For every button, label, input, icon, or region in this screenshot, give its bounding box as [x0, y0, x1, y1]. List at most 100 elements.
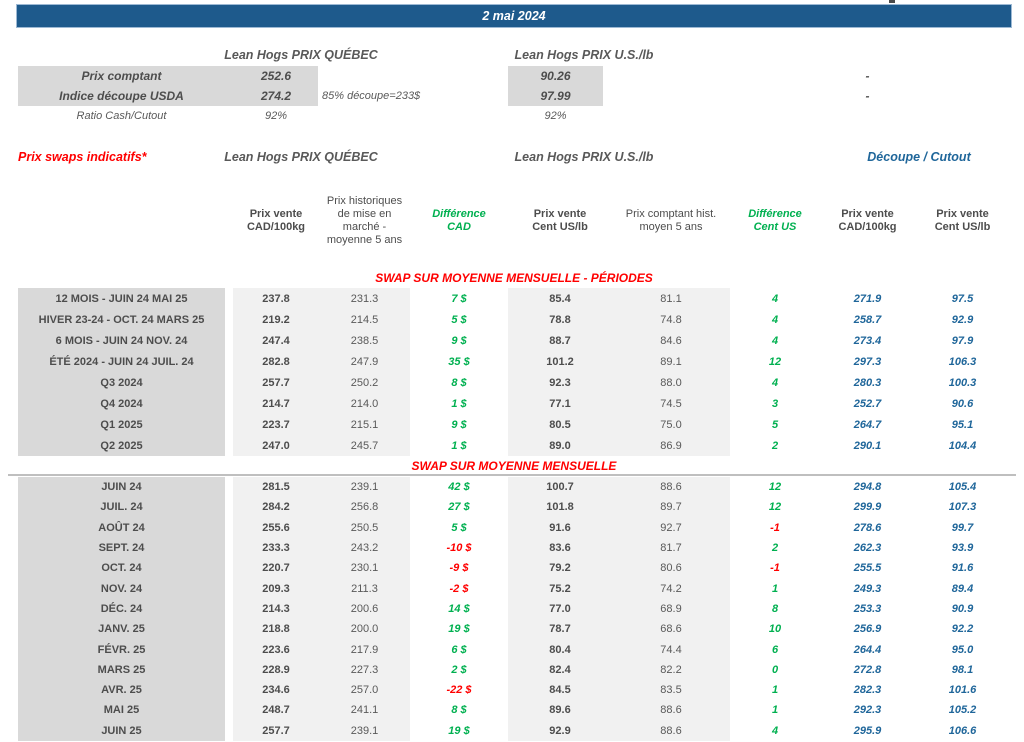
cell-qc-sale: 234.6	[233, 679, 319, 701]
column-header-diff-us: Différence Cent US	[748, 208, 802, 233]
cell-cutout-us: 104.4	[948, 439, 977, 452]
cell-diff-cad: 19 $	[448, 724, 470, 737]
cell-us-hist: 89.1	[612, 351, 730, 372]
cell-cutout-us: 106.3	[948, 355, 977, 368]
cell-diff-cad: 1 $	[451, 397, 467, 410]
cell-gutter	[225, 680, 233, 700]
cell-gutter	[225, 599, 233, 619]
cell-cutout-us: 95.1	[951, 418, 974, 431]
cell-diff-us: 4	[771, 313, 779, 326]
cell-label: 12 MOIS - JUIN 24 MAI 25	[18, 288, 225, 309]
cell-us-hist: 74.4	[612, 639, 730, 660]
spot-us-value: 97.99	[540, 89, 571, 103]
cell-us-sale: 80.4	[508, 639, 612, 660]
cell-us-sale: 92.3	[508, 372, 612, 393]
cell-qc-sale: 255.6	[233, 517, 319, 538]
cell-diff-cad: 8 $	[451, 704, 467, 717]
cell-us-hist: 68.6	[612, 619, 730, 640]
cell-diff-us: 12	[768, 481, 782, 494]
cell-us-hist: 88.6	[612, 720, 730, 741]
cell-diff-us: 0	[771, 663, 779, 676]
cell-diff-us: 3	[771, 397, 779, 410]
cell-qc-hist: 250.2	[319, 372, 410, 393]
cell-diff-cad: 35 $	[448, 355, 470, 368]
cell-diff-us: 1	[771, 704, 779, 717]
cell-us-sale: 84.5	[508, 679, 612, 701]
cell-gutter	[225, 538, 233, 558]
cell-diff-cad: 1 $	[451, 439, 467, 452]
cell-cutout-us: 91.6	[951, 562, 974, 575]
spot-us-value: 92%	[544, 110, 567, 122]
column-header-diff-cad: Différence CAD	[432, 208, 486, 233]
spot-label: Prix comptant	[81, 69, 162, 83]
cell-gutter	[225, 619, 233, 639]
cell-us-sale: 89.6	[508, 700, 612, 721]
cell-qc-sale: 257.7	[233, 720, 319, 741]
cell-label: FÉVR. 25	[18, 639, 225, 660]
cell-us-sale: 78.8	[508, 309, 612, 330]
cell-qc-hist: 231.3	[319, 288, 410, 309]
cell-us-hist: 81.7	[612, 537, 730, 559]
cell-diff-us: 6	[771, 643, 779, 656]
cell-cutout-cad: 262.3	[853, 542, 882, 555]
cell-diff-us: 4	[771, 724, 779, 737]
cell-label: 6 MOIS - JUIN 24 NOV. 24	[18, 330, 225, 351]
cell-cutout-us: 107.3	[948, 501, 977, 514]
spot-cutout-dash: -	[865, 89, 870, 103]
cell-cutout-us: 97.9	[951, 334, 974, 347]
report-date: 2 mai 2024	[482, 9, 546, 23]
cell-gutter	[225, 497, 233, 517]
cell-cutout-cad: 264.7	[853, 418, 882, 431]
cell-qc-hist: 200.0	[319, 619, 410, 640]
cell-us-sale: 83.6	[508, 537, 612, 559]
cell-diff-cad: 2 $	[451, 663, 467, 676]
cell-us-sale: 91.6	[508, 517, 612, 538]
cell-label: HIVER 23-24 - OCT. 24 MARS 25	[18, 309, 225, 330]
cell-diff-us: 2	[771, 439, 779, 452]
cell-cutout-us: 90.9	[951, 602, 974, 615]
cell-diff-us: 10	[768, 623, 782, 636]
cell-cutout-us: 106.6	[948, 724, 977, 737]
cell-gutter	[225, 578, 233, 598]
cell-us-hist: 75.0	[612, 414, 730, 435]
column-header-qc-hist: Prix historiques de mise en marché - moy…	[326, 195, 403, 246]
cell-us-hist: 83.5	[612, 679, 730, 701]
cutout-group-header: Découpe / Cutout	[867, 150, 971, 164]
cell-cutout-us: 95.0	[951, 643, 974, 656]
cell-us-sale: 100.7	[508, 477, 612, 498]
cell-cutout-cad: 297.3	[853, 355, 882, 368]
cell-us-sale: 82.4	[508, 659, 612, 680]
cell-diff-cad: 19 $	[448, 623, 470, 636]
cell-qc-hist: 245.7	[319, 435, 410, 456]
cell-cutout-cad: 273.4	[853, 334, 882, 347]
monthly-table: JUIN 24 281.5 239.1 42 $100.7 88.6 12 294.8 105…	[18, 477, 1010, 741]
cell-gutter	[225, 330, 233, 351]
cell-label: SEPT. 24	[18, 537, 225, 559]
column-header-row: Prix vente CAD/100kg Prix historiques de…	[18, 184, 1010, 258]
cell-us-sale: 101.2	[508, 351, 612, 372]
cell-us-hist: 74.2	[612, 578, 730, 599]
periods-table: 12 MOIS - JUIN 24 MAI 25 237.8 231.3 7 $ 85.…	[18, 288, 1010, 456]
cell-gutter	[225, 309, 233, 330]
cell-cutout-cad: 290.1	[853, 439, 882, 452]
spot-quebec-header: Lean Hogs PRIX QUÉBEC	[224, 48, 378, 62]
cell-gutter	[225, 721, 233, 741]
cell-diff-us: -1	[770, 521, 780, 534]
spot-label: Indice découpe USDA	[59, 89, 184, 103]
cell-diff-us: 5	[771, 418, 779, 431]
cell-diff-us: 2	[771, 542, 779, 555]
cell-cutout-us: 89.4	[951, 582, 974, 595]
swaps-us-header: Lean Hogs PRIX U.S./lb	[514, 150, 654, 164]
cell-label: JUIL. 24	[18, 497, 225, 518]
cell-cutout-cad: 253.3	[853, 602, 882, 615]
cell-cutout-cad: 295.9	[853, 724, 882, 737]
cell-us-hist: 80.6	[612, 558, 730, 579]
cell-cutout-cad: 278.6	[853, 521, 882, 534]
cell-label: JANV. 25	[18, 619, 225, 640]
cell-qc-sale: 284.2	[233, 497, 319, 518]
column-header-cutout-us: Prix vente Cent US/lb	[934, 208, 991, 233]
cell-diff-cad: 8 $	[451, 376, 467, 389]
cell-gutter	[225, 414, 233, 435]
cell-qc-sale: 219.2	[233, 309, 319, 330]
cell-qc-hist: 243.2	[319, 537, 410, 559]
